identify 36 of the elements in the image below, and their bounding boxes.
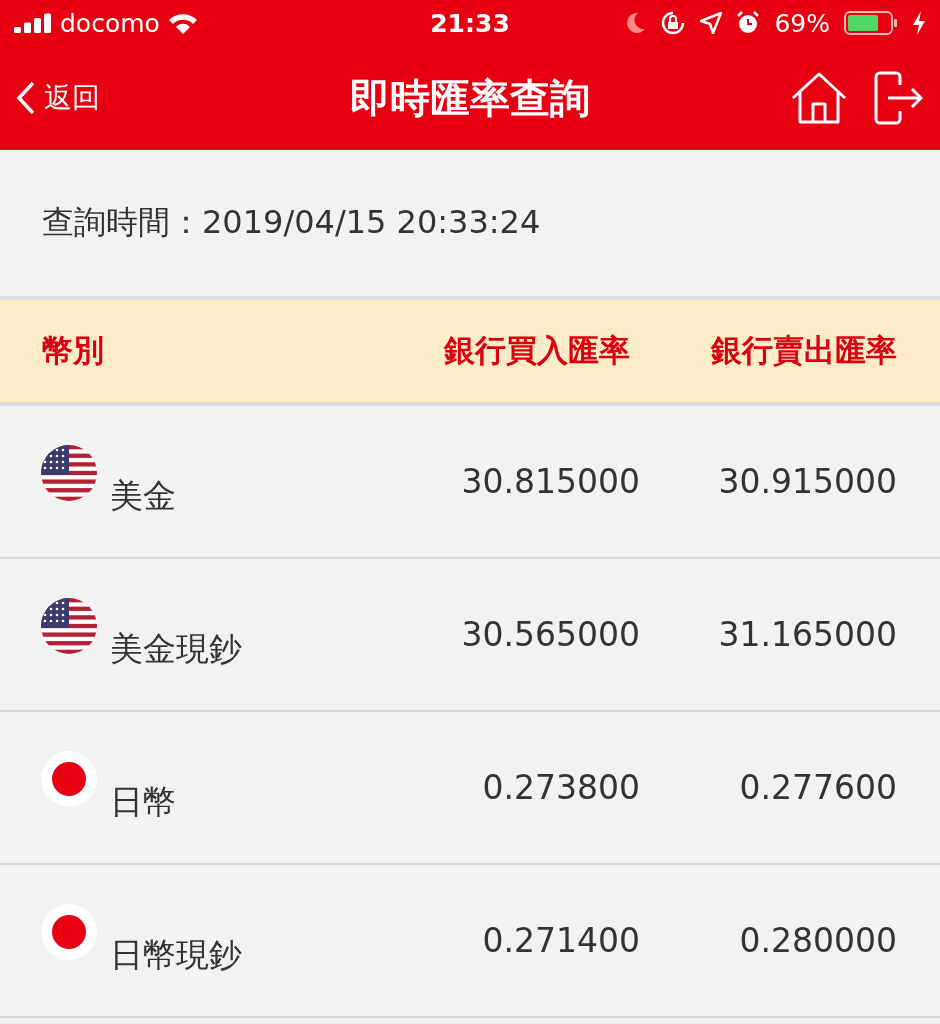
buy-rate: 30.815000 <box>460 462 640 501</box>
moon-icon <box>626 12 647 34</box>
sell-rate: 30.915000 <box>717 462 897 501</box>
location-arrow-icon <box>700 12 723 34</box>
charging-bolt-icon <box>912 11 926 35</box>
currency-name: 美金 <box>110 475 176 517</box>
home-icon <box>790 71 848 125</box>
flag-icon <box>40 750 98 808</box>
currency-name: 日幣現鈔 <box>110 934 242 976</box>
query-time: 查詢時間：2019/04/15 20:33:24 <box>42 202 541 243</box>
signal-icon <box>14 13 52 33</box>
column-header: 銀行買入匯率 <box>444 331 630 370</box>
wifi-icon <box>167 12 198 34</box>
currency-name: 美金現鈔 <box>110 628 242 670</box>
sell-rate: 31.165000 <box>717 615 897 654</box>
buy-rate: 0.273800 <box>481 768 640 807</box>
column-header: 銀行賣出匯率 <box>711 331 897 370</box>
page-title: 即時匯率查詢 <box>350 73 590 123</box>
rotation-lock-icon <box>660 10 687 36</box>
column-header: 幣別 <box>42 331 105 370</box>
currency-name: 日幣 <box>110 781 176 823</box>
alarm-clock-icon <box>736 11 761 35</box>
battery-percentage: 69% <box>774 8 830 38</box>
buy-rate: 30.565000 <box>460 615 640 654</box>
logout-icon <box>874 71 924 125</box>
chevron-left-icon <box>16 81 36 115</box>
flag-icon <box>40 903 98 961</box>
sell-rate: 0.277600 <box>738 768 897 807</box>
buy-rate: 0.271400 <box>481 921 640 960</box>
carrier-name: docomo <box>60 8 160 38</box>
sell-rate: 0.280000 <box>738 921 897 960</box>
status-time: 21:33 <box>430 8 510 38</box>
back-button[interactable]: 返回 <box>16 79 100 117</box>
battery-icon <box>844 11 898 35</box>
home-button[interactable] <box>790 71 848 125</box>
logout-button[interactable] <box>874 71 924 125</box>
